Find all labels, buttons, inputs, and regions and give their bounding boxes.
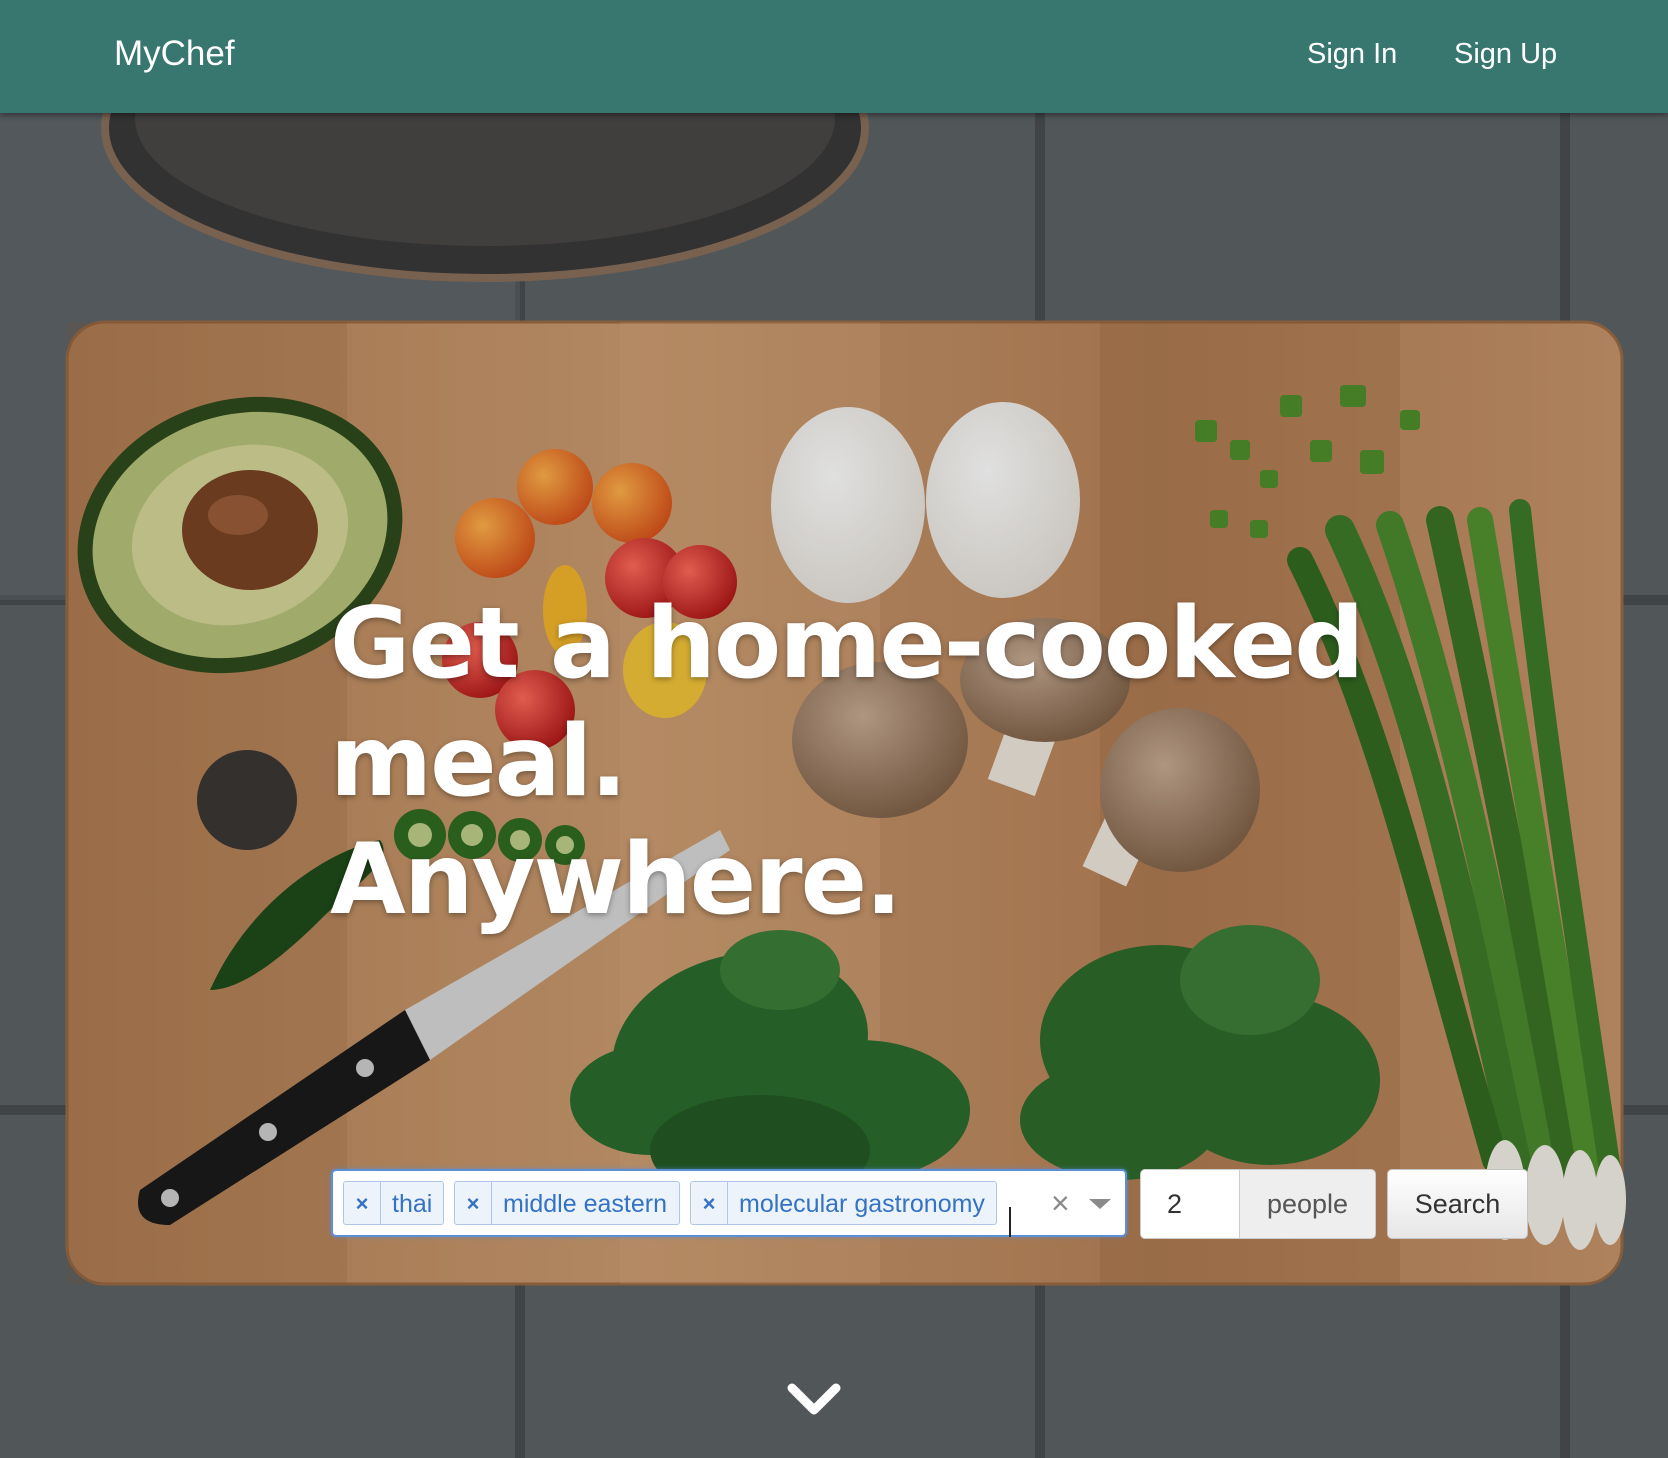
headline-line-3: Anywhere. (330, 823, 902, 937)
remove-tag-icon[interactable]: × (691, 1182, 728, 1224)
cuisine-select[interactable]: × thai × middle eastern × molecular gast… (331, 1169, 1127, 1237)
navbar: MyChef Sign In Sign Up (0, 0, 1668, 113)
hero-headline: Get a home-cooked meal. Anywhere. (330, 585, 1364, 939)
tag-label: molecular gastronomy (739, 1190, 985, 1218)
sign-up-link[interactable]: Sign Up (1454, 38, 1557, 71)
cuisine-tag-middle-eastern: × middle eastern (454, 1181, 680, 1225)
brand-logo[interactable]: MyChef (114, 34, 235, 74)
headline-line-2: meal. (330, 705, 628, 819)
tag-label: thai (392, 1190, 433, 1218)
cuisine-tag-thai: × thai (343, 1181, 444, 1225)
landing-page: MyChef Sign In Sign Up Get a home-cooked… (0, 0, 1668, 1458)
chevron-down-icon[interactable] (786, 1380, 842, 1420)
remove-tag-icon[interactable]: × (455, 1182, 492, 1224)
clear-all-icon[interactable]: × (1051, 1185, 1070, 1222)
text-caret (1009, 1207, 1011, 1237)
people-input-group: 2 people (1140, 1169, 1376, 1239)
cuisine-tag-molecular-gastronomy: × molecular gastronomy (690, 1181, 997, 1225)
headline-line-1: Get a home-cooked (330, 587, 1364, 701)
people-count-input[interactable]: 2 (1140, 1169, 1240, 1239)
sign-in-link[interactable]: Sign In (1307, 38, 1397, 71)
dropdown-arrow-icon[interactable] (1089, 1199, 1111, 1209)
search-button[interactable]: Search (1387, 1169, 1528, 1239)
tag-label: middle eastern (503, 1190, 667, 1218)
people-addon-label: people (1239, 1169, 1376, 1239)
remove-tag-icon[interactable]: × (344, 1182, 381, 1224)
